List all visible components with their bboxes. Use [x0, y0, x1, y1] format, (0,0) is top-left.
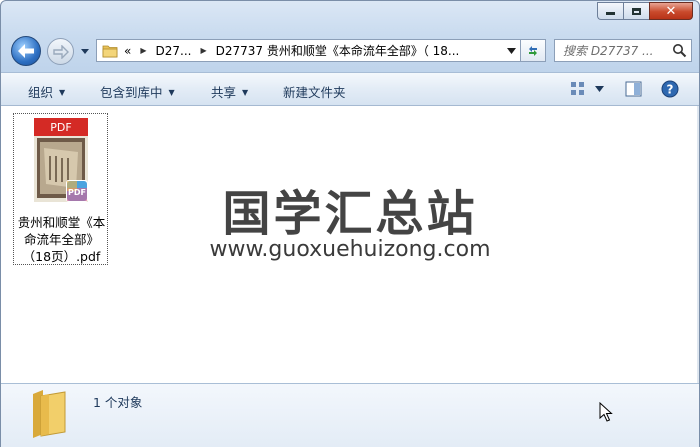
item-count: 1 个对象 — [93, 395, 143, 410]
back-arrow-icon — [18, 44, 34, 58]
help-icon[interactable]: ? — [661, 80, 679, 98]
close-button[interactable]: ✕ — [649, 2, 693, 20]
breadcrumb-separator-icon[interactable]: ▶ — [200, 46, 206, 55]
watermark-title: 国学汇总站 — [222, 186, 478, 242]
forward-arrow-icon — [52, 44, 69, 59]
organize-label: 组织 — [28, 85, 54, 100]
share-label: 共享 — [211, 85, 237, 100]
minimize-button[interactable] — [597, 2, 623, 20]
folder-icon — [102, 45, 118, 57]
breadcrumb-item-current[interactable]: D27737 贵州和顺堂《本命流年全部》（ 18... — [216, 42, 460, 59]
forward-button[interactable] — [47, 38, 74, 65]
search-icon[interactable] — [672, 43, 687, 58]
address-bar[interactable]: « ▶ D27... ▶ D27737 贵州和顺堂《本命流年全部》（ 18... — [96, 39, 521, 62]
explorer-window: ✕ « ▶ D27... ▶ D27737 贵州和顺堂《本命流年全部》（ 18.… — [0, 0, 700, 447]
pdf-icon-label: PDF — [50, 121, 71, 134]
breadcrumb-separator-icon[interactable]: ▶ — [140, 46, 146, 55]
include-in-library-button[interactable]: 包含到库中 ▼ — [100, 82, 175, 101]
back-button[interactable] — [11, 36, 41, 66]
search-placeholder: 搜索 D27737 ... — [563, 44, 654, 58]
preview-pane-icon[interactable] — [625, 81, 642, 97]
include-in-library-label: 包含到库中 — [100, 85, 163, 100]
view-icon[interactable] — [570, 81, 586, 97]
folder-icon — [33, 390, 66, 438]
chevron-down-icon: ▼ — [59, 88, 66, 97]
minimize-icon — [606, 12, 615, 15]
share-button[interactable]: 共享 ▼ — [211, 82, 248, 101]
maximize-icon — [632, 7, 641, 15]
new-folder-button[interactable]: 新建文件夹 — [283, 82, 346, 101]
refresh-button[interactable] — [521, 39, 546, 62]
history-dropdown-icon[interactable] — [80, 46, 90, 56]
search-box[interactable]: 搜索 D27737 ... — [554, 39, 692, 62]
details-pane: 1 个对象 — [1, 383, 699, 447]
address-overflow[interactable]: « — [124, 44, 131, 58]
close-icon: ✕ — [665, 3, 677, 19]
watermark-url: www.guoxuehuizong.com — [209, 237, 491, 262]
chevron-down-icon: ▼ — [168, 88, 175, 97]
organize-button[interactable]: 组织 ▼ — [28, 82, 65, 101]
svg-text:?: ? — [667, 83, 674, 97]
breadcrumb-item-parent[interactable]: D27... — [156, 44, 192, 58]
maximize-button[interactable] — [623, 2, 649, 20]
file-list[interactable]: PDF PDF 贵州和顺堂《本命流年全部》（18页）.pdf 国学汇总站 www… — [1, 106, 699, 383]
address-dropdown-icon[interactable] — [507, 47, 516, 55]
caption-buttons: ✕ — [597, 2, 693, 20]
command-bar: 组织 ▼ 包含到库中 ▼ 共享 ▼ 新建文件夹 ? — [1, 72, 699, 106]
view-dropdown-icon[interactable] — [595, 86, 604, 93]
refresh-icon — [529, 45, 537, 56]
chevron-down-icon: ▼ — [242, 88, 249, 97]
mouse-cursor-icon — [599, 402, 613, 422]
scroll-edge — [697, 106, 699, 383]
